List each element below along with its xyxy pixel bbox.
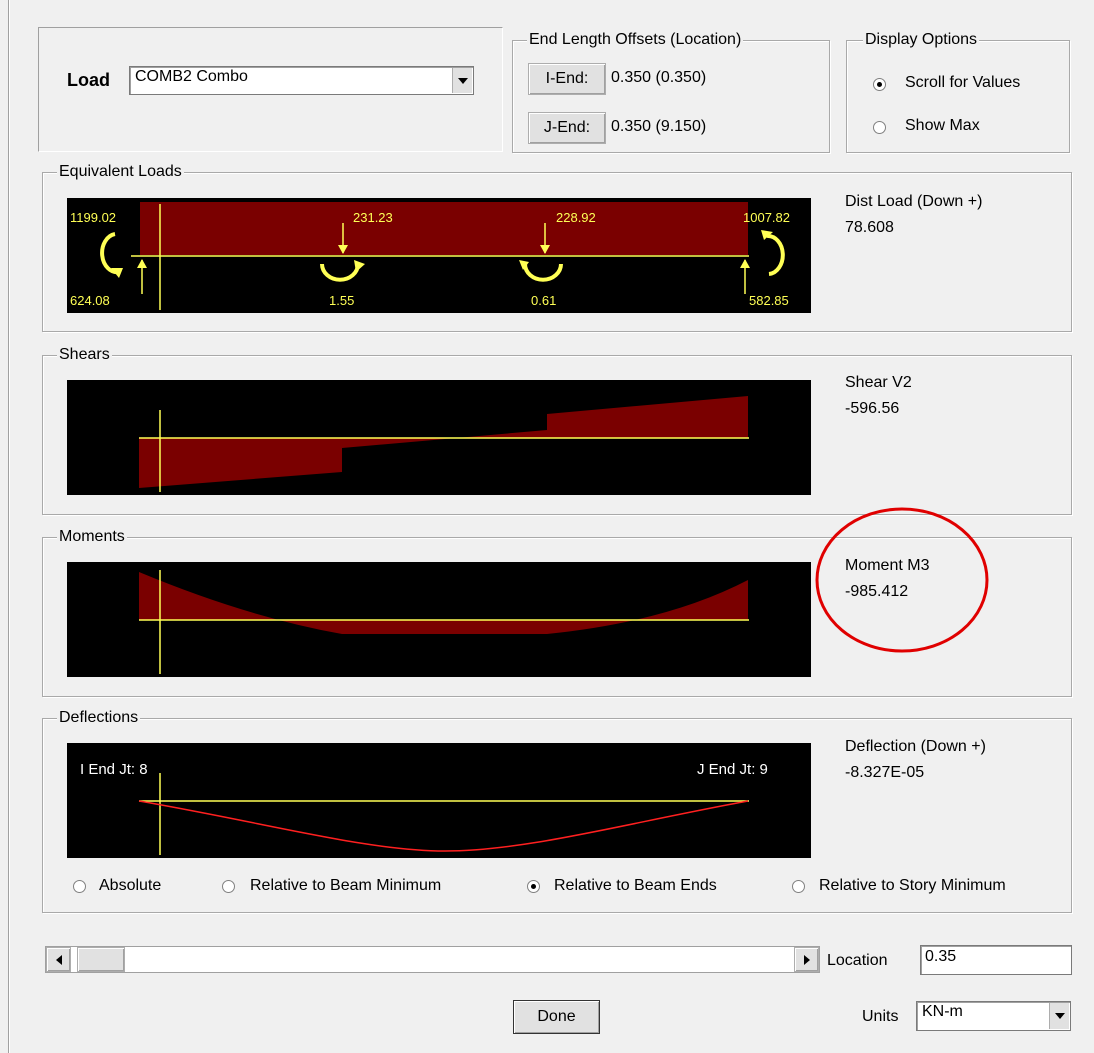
scroll-left-button[interactable] xyxy=(46,947,71,972)
dist-load-label: Dist Load (Down +) xyxy=(845,193,983,210)
dist-load-value: 78.608 xyxy=(845,219,894,236)
moment-arc-left xyxy=(100,232,120,275)
i-end-joint-label: I End Jt: 8 xyxy=(80,761,148,778)
mode-relative-beam-ends-label[interactable]: Relative to Beam Ends xyxy=(554,876,717,896)
mode-relative-story-minimum-label[interactable]: Relative to Story Minimum xyxy=(819,876,1006,896)
deflection-diagram: I End Jt: 8 J End Jt: 9 xyxy=(67,743,811,858)
scroll-thumb[interactable] xyxy=(77,947,125,972)
load-label-left-top: 1199.02 xyxy=(70,210,117,225)
load-label-mid1-bottom: 1.55 xyxy=(329,293,355,308)
reaction-arrow-left xyxy=(137,259,147,268)
shear-diagram xyxy=(67,380,811,495)
equivalent-loads-diagram: 1199.02 231.23 228.92 1007.82 624.08 1.5… xyxy=(67,198,811,313)
highlight-circle xyxy=(815,507,989,653)
radio-scroll-for-values[interactable] xyxy=(873,78,886,91)
moment-diagram xyxy=(67,562,811,677)
i-end-button[interactable]: I-End: xyxy=(528,63,606,95)
location-label: Location xyxy=(827,952,888,969)
load-combo-value: COMB2 Combo xyxy=(135,68,248,85)
deflection-curve xyxy=(138,800,749,852)
load-label-mid2-top: 228.92 xyxy=(556,210,596,225)
display-options-title: Display Options xyxy=(863,30,980,50)
location-scrollbar[interactable] xyxy=(45,946,820,973)
deflection-label: Deflection (Down +) xyxy=(845,738,986,755)
load-label-right-top: 1007.82 xyxy=(743,210,790,225)
shear-v2-value: -596.56 xyxy=(845,400,900,417)
radio-absolute[interactable] xyxy=(73,880,86,893)
units-combo-value: KN-m xyxy=(922,1003,963,1020)
radio-relative-beam-minimum[interactable] xyxy=(222,880,235,893)
moment-graphic xyxy=(139,570,749,674)
arrow-right-icon xyxy=(803,954,810,965)
radio-show-max[interactable] xyxy=(873,121,886,134)
j-end-value: 0.350 (9.150) xyxy=(611,118,707,135)
shear-v2-label: Shear V2 xyxy=(845,374,912,391)
arrow-left-icon xyxy=(55,954,62,965)
load-label-right-bottom: 582.85 xyxy=(749,293,789,308)
units-label: Units xyxy=(862,1008,899,1025)
moments-title: Moments xyxy=(57,527,127,547)
j-end-joint-label: J End Jt: 9 xyxy=(697,761,768,778)
offsets-title: End Length Offsets (Location) xyxy=(527,30,744,50)
radio-relative-beam-ends[interactable] xyxy=(527,880,540,893)
moment-fill xyxy=(139,572,748,634)
chevron-down-icon[interactable] xyxy=(1049,1003,1069,1029)
equivalent-loads-graphic xyxy=(100,202,785,310)
mode-relative-beam-minimum-label[interactable]: Relative to Beam Minimum xyxy=(250,876,441,896)
show-max-label[interactable]: Show Max xyxy=(905,116,980,136)
location-input[interactable]: 0.35 xyxy=(920,945,1072,975)
display-options-group: Display Options xyxy=(846,30,1070,153)
chevron-down-icon[interactable] xyxy=(452,68,472,93)
scroll-right-button[interactable] xyxy=(794,947,819,972)
distributed-load-fill xyxy=(140,202,748,255)
equivalent-loads-title: Equivalent Loads xyxy=(57,162,184,182)
scroll-for-values-label[interactable]: Scroll for Values xyxy=(905,73,1020,93)
reaction-arrow-right xyxy=(740,259,750,268)
moment-arc-mid1 xyxy=(320,263,360,282)
deflection-value: -8.327E-05 xyxy=(845,764,925,781)
j-end-button[interactable]: J-End: xyxy=(528,112,606,144)
load-label-left-bottom: 624.08 xyxy=(70,293,110,308)
i-end-value: 0.350 (0.350) xyxy=(611,69,707,86)
load-combo[interactable]: COMB2 Combo xyxy=(129,66,474,95)
radio-relative-story-minimum[interactable] xyxy=(792,880,805,893)
done-button[interactable]: Done xyxy=(513,1000,600,1034)
deflections-title: Deflections xyxy=(57,708,141,728)
shear-graphic xyxy=(139,396,749,492)
load-label: Load xyxy=(67,70,110,90)
shears-title: Shears xyxy=(57,345,112,365)
units-combo[interactable]: KN-m xyxy=(916,1001,1071,1031)
shear-fill-positive xyxy=(547,396,748,438)
moment-arc-right xyxy=(766,233,785,276)
moment-arc-mid2 xyxy=(523,263,563,282)
load-label-mid2-bottom: 0.61 xyxy=(531,293,557,308)
load-label-mid1-top: 231.23 xyxy=(353,210,393,225)
mode-absolute-label[interactable]: Absolute xyxy=(99,876,161,896)
